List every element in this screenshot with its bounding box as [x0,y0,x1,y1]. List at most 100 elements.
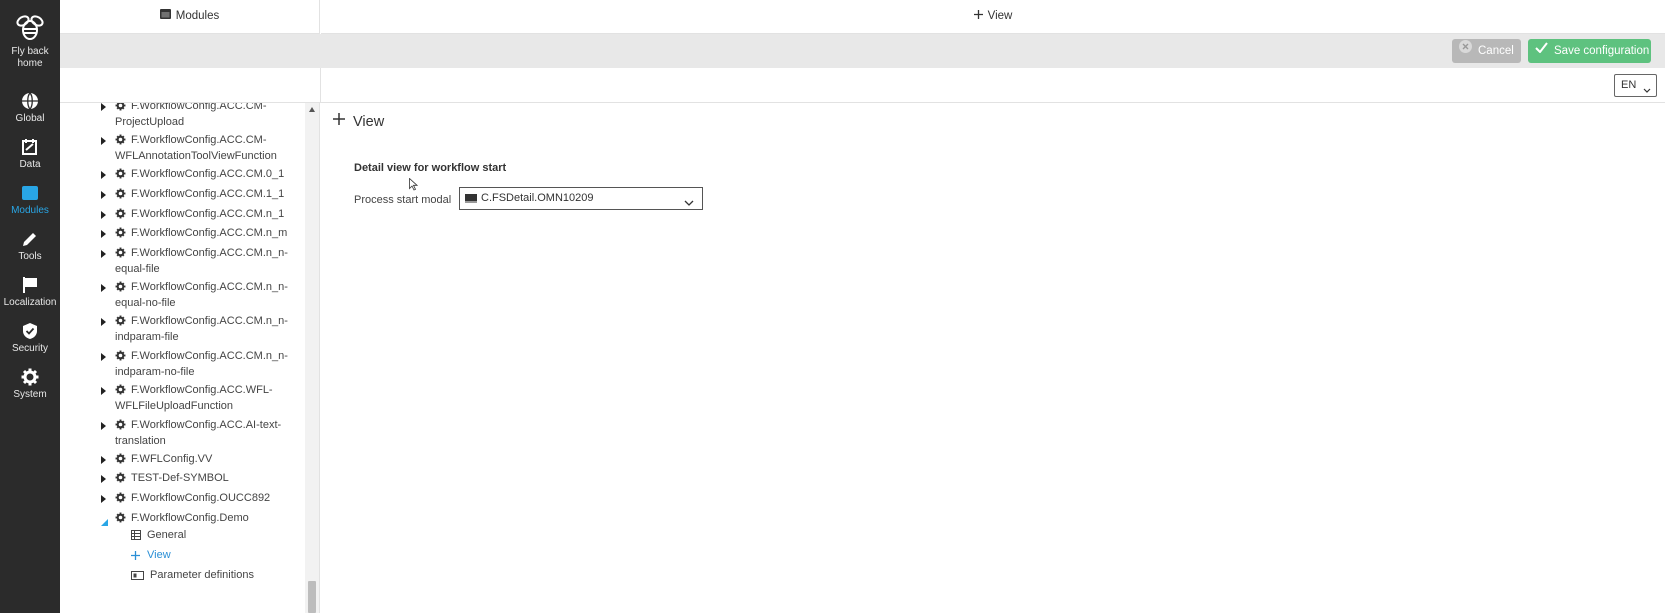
rail-item-localization[interactable]: Localization [0,275,60,309]
collapsed-arrow-icon[interactable] [101,191,106,199]
rail-label-tools: Tools [18,251,42,262]
expanded-arrow-icon[interactable] [101,516,108,526]
tree-node[interactable]: F.WorkflowConfig.Demo [60,511,305,527]
collapsed-arrow-icon[interactable] [101,318,106,326]
tree-node-label: equal-file [115,262,160,275]
collapsed-arrow-icon[interactable] [101,171,106,179]
collapsed-arrow-icon[interactable] [101,495,106,503]
tree-node[interactable]: F.WorkflowConfig.ACC.CM.n_m [60,226,305,242]
collapsed-arrow-icon[interactable] [101,475,106,483]
tree-node-label: translation [115,434,166,447]
gear-icon [115,419,126,436]
rail-item-home[interactable]: Fly back home [0,12,60,70]
tree-scrollbar[interactable] [305,103,319,613]
rail-item-security[interactable]: Security [0,321,60,355]
tree-node[interactable]: F.WFLConfig.VV [60,452,305,468]
tree-node[interactable]: F.WorkflowConfig.ACC.AI-text-translation [60,418,305,449]
tree-node[interactable]: F.WorkflowConfig.ACC.WFL- WFLFileUploadFu… [60,383,305,414]
tree-node-label: F.WorkflowConfig.ACC.AI-text- [131,419,282,431]
chevron-down-icon [1643,81,1651,102]
process-start-modal-label: Process start modal [354,194,452,206]
tree-node-label: F.WorkflowConfig.ACC.CM- [131,134,267,146]
flag-icon [23,277,37,293]
tree-node-label: F.WorkflowConfig.ACC.CM- [131,103,267,112]
gear-icon [115,247,126,264]
edit-document-icon [22,139,37,155]
gear-icon [115,208,126,225]
tree-node[interactable]: F.WorkflowConfig.ACC.CM- WFLAnnotationToo… [60,133,305,164]
left-nav-rail: Fly back home Global Data Modules Tools … [0,0,60,613]
tree-node[interactable]: TEST-Def-SYMBOL [60,471,305,487]
rail-label-modules: Modules [11,205,49,216]
tree-node-label: F.WorkflowConfig.ACC.CM.n_1 [131,208,285,220]
modal-type-icon [465,194,477,203]
gear-icon [115,315,126,332]
collapsed-arrow-icon[interactable] [101,353,106,361]
gear-icon [115,384,126,401]
collapsed-arrow-icon[interactable] [101,284,106,292]
scroll-thumb[interactable] [308,581,316,613]
language-row: EN [60,68,1665,103]
scroll-up-arrow-icon[interactable] [309,107,315,112]
collapsed-arrow-icon[interactable] [101,230,106,238]
tree-node[interactable]: F.WorkflowConfig.ACC.CM.1_1 [60,187,305,203]
tree-node[interactable]: F.WorkflowConfig.ACC.CM.n_n-indparam-no-… [60,349,305,380]
tree-node[interactable]: F.WorkflowConfig.ACC.CM.n_n-indparam-fil… [60,314,305,345]
tree-child-item[interactable]: Parameter definitions [60,568,305,583]
collapsed-arrow-icon[interactable] [101,456,106,464]
language-select[interactable]: EN [1614,74,1657,97]
rail-label-data: Data [19,159,41,170]
language-value: EN [1621,79,1637,91]
collapsed-arrow-icon[interactable] [101,422,106,430]
tree-node[interactable]: F.WorkflowConfig.ACC.CM- ProjectUpload [60,103,305,130]
collapsed-arrow-icon[interactable] [101,211,106,219]
tree-node-label: F.WorkflowConfig.Demo [131,512,249,524]
mouse-cursor-icon [409,177,419,196]
plus-icon [333,112,345,129]
collapsed-arrow-icon[interactable] [101,103,106,111]
rail-item-global[interactable]: Global [0,91,60,125]
tree-node[interactable]: F.WorkflowConfig.ACC.CM.n_n-equal-file [60,246,305,277]
gear-icon [115,134,126,151]
tree-node[interactable]: F.WorkflowConfig.ACC.CM.0_1 [60,167,305,183]
module-tree: F.WorkflowConfig.ACC.CM- ProjectUpload F.W… [60,103,320,613]
parameter-icon [131,570,144,585]
plus-icon [973,0,983,32]
collapsed-arrow-icon[interactable] [101,137,106,145]
modules-tab-icon [159,0,171,32]
checkmark-icon [1535,38,1548,62]
tab-view[interactable]: View [321,0,1665,34]
tree-child-item[interactable]: View [60,548,305,563]
action-bar: Cancel Save configuration [60,34,1665,68]
bee-logo-icon [16,15,44,40]
tree-node-label: F.WorkflowConfig.ACC.CM.n_n- [131,350,288,362]
tree-child-item[interactable]: General [60,528,305,543]
modules-window-icon [22,186,38,200]
collapsed-arrow-icon[interactable] [101,387,106,395]
tree-child-label: View [147,549,171,561]
gear-icon [115,453,126,470]
collapsed-arrow-icon[interactable] [101,250,106,258]
tree-node-label: F.WorkflowConfig.ACC.CM.0_1 [131,168,285,180]
gear-icon [115,350,126,367]
tree-node-label: F.WorkflowConfig.ACC.CM.n_n- [131,315,288,327]
tree-node[interactable]: F.WorkflowConfig.ACC.CM.n_n-equal-no-fil… [60,280,305,311]
tree-node-label: F.WorkflowConfig.ACC.CM.n_m [131,227,288,239]
rail-item-modules[interactable]: Modules [0,183,60,217]
app-root: Fly back home Global Data Modules Tools … [0,0,1665,613]
tree-node-label: indparam-file [115,330,179,343]
rail-item-system[interactable]: System [0,367,60,401]
tree-node-label: F.WorkflowConfig.ACC.CM.n_n- [131,281,288,293]
cancel-button[interactable]: Cancel [1452,39,1521,63]
save-configuration-button[interactable]: Save configuration [1528,39,1651,63]
gear-icon [115,103,126,117]
tree-node[interactable]: F.WorkflowConfig.OUCC892 [60,491,305,507]
rail-item-data[interactable]: Data [0,137,60,171]
rail-item-tools[interactable]: Tools [0,229,60,263]
gear-icon [115,472,126,489]
tab-modules[interactable]: Modules [60,0,320,34]
tree-node[interactable]: F.WorkflowConfig.ACC.CM.n_1 [60,207,305,223]
tree-node-label: equal-no-file [115,296,176,309]
cancel-circle-icon [1459,38,1472,62]
process-start-modal-select[interactable]: C.FSDetail.OMN10209 [459,187,703,210]
